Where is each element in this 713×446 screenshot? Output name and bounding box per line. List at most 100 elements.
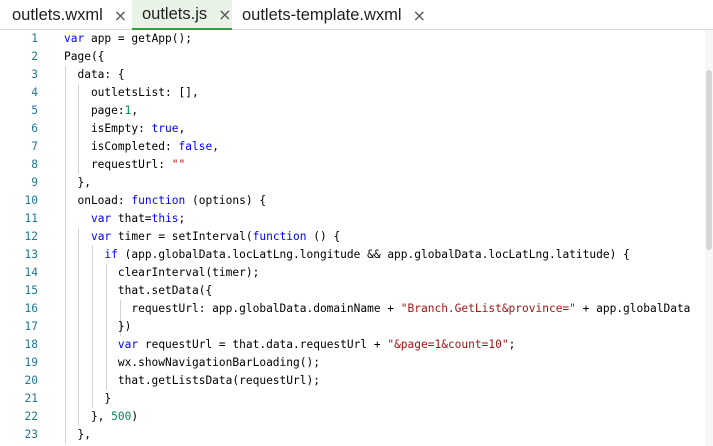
line-number: 5 — [31, 104, 38, 117]
code-token-kw: function — [252, 230, 307, 243]
code-token: app = getApp(); — [84, 32, 192, 45]
code-token-kw: function — [131, 194, 186, 207]
code-token: , — [212, 140, 219, 153]
tab-label: outlets.js — [142, 4, 208, 23]
tab-outlets-js[interactable]: outlets.js × — [132, 0, 232, 30]
code-token: that.setData({ — [64, 284, 213, 297]
line-number: 22 — [24, 410, 38, 423]
code-token: ; — [178, 212, 186, 225]
close-icon[interactable]: × — [413, 6, 426, 25]
line-number: 7 — [31, 140, 38, 153]
code-token: } — [64, 392, 112, 405]
code-token: }) — [64, 320, 132, 333]
code-token-kw: var — [90, 212, 112, 225]
code-line: data: { — [64, 66, 125, 84]
code-line: var requestUrl = that.data.requestUrl + … — [64, 336, 515, 354]
code-token: }, — [64, 176, 91, 189]
code-token: isCompleted: — [64, 140, 179, 153]
code-line: }) — [64, 318, 131, 336]
line-number: 6 — [31, 122, 38, 135]
code-line: }, 500) — [64, 408, 138, 426]
code-token: , — [178, 122, 186, 135]
editor-tab-bar: outlets.wxml × outlets.js × outlets-temp… — [0, 0, 713, 30]
line-number: 17 — [24, 320, 38, 333]
code-line: var that=this; — [64, 210, 185, 228]
tab-outlets-template-wxml[interactable]: outlets-template.wxml × — [232, 0, 432, 30]
code-token: requestUrl: app.globalData.domainName + — [64, 302, 401, 315]
line-number: 11 — [24, 212, 38, 225]
line-number: 8 — [31, 158, 38, 171]
code-line: that.setData({ — [64, 282, 212, 300]
code-token: outletsList: [], — [64, 86, 199, 99]
code-line: onLoad: function (options) { — [64, 192, 266, 210]
code-token: () { — [306, 230, 341, 243]
code-token-kw: var — [64, 32, 85, 45]
code-token: , — [131, 104, 139, 117]
line-number: 15 — [24, 284, 38, 297]
code-line: var timer = setInterval(function () { — [64, 228, 340, 246]
code-line: that.getListsData(requestUrl); — [64, 372, 320, 390]
code-token: timer = setInterval( — [111, 230, 253, 243]
code-token: onLoad: — [64, 194, 132, 207]
close-icon[interactable]: × — [218, 5, 231, 24]
code-token-str: "" — [171, 158, 186, 171]
code-token-kw: true — [151, 122, 179, 135]
code-token: }, — [64, 428, 91, 441]
code-token: }, — [64, 410, 112, 423]
code-line: var app = getApp(); — [64, 30, 192, 48]
code-token-num: 500 — [111, 410, 132, 423]
line-number: 16 — [24, 302, 38, 315]
code-editor[interactable]: 1 2 3 4 5 6 7 8 9 10 11 12 13 14 15 16 17 18 19 20 21 22 23 va… — [0, 30, 713, 446]
code-token: ) — [131, 410, 139, 423]
scrollbar-thumb[interactable] — [706, 70, 712, 250]
code-line: isEmpty: true, — [64, 120, 185, 138]
code-token: clearInterval(timer); — [64, 266, 260, 279]
line-number: 1 — [31, 32, 38, 45]
line-number: 3 — [31, 68, 38, 81]
line-number: 19 — [24, 356, 38, 369]
code-token-kw: var — [117, 338, 139, 351]
code-line: outletsList: [], — [64, 84, 199, 102]
tab-label: outlets.wxml — [12, 5, 103, 24]
line-number-gutter: 1 2 3 4 5 6 7 8 9 10 11 12 13 14 15 16 17 18 19 20 21 22 23 — [0, 30, 48, 446]
code-token: requestUrl = that.data.requestUrl + — [138, 338, 388, 351]
vertical-scrollbar[interactable] — [705, 30, 713, 446]
tab-label: outlets-template.wxml — [242, 5, 402, 24]
code-line: requestUrl: "" — [64, 156, 185, 174]
code-token-str: "Branch.GetList&province=" — [400, 302, 576, 315]
code-token-kw: if — [104, 248, 118, 261]
code-token: that= — [111, 212, 152, 225]
close-icon[interactable]: × — [114, 6, 127, 25]
line-number: 21 — [24, 392, 38, 405]
code-line: clearInterval(timer); — [64, 264, 259, 282]
line-number: 18 — [24, 338, 38, 351]
code-token: page: — [64, 104, 125, 117]
code-token-str: "&page=1&count=10" — [387, 338, 509, 351]
code-token: isEmpty: — [64, 122, 152, 135]
code-line: Page({ — [64, 48, 104, 66]
code-line: }, — [64, 174, 91, 192]
line-number: 2 — [31, 50, 38, 63]
code-line: requestUrl: app.globalData.domainName + … — [64, 300, 690, 318]
code-token: Page({ — [64, 50, 105, 63]
code-area[interactable]: var app = getApp(); Page({ data: { outlet… — [64, 30, 713, 446]
code-token: requestUrl: — [64, 158, 172, 171]
code-line: if (app.globalData.locLatLng.longitude &… — [64, 246, 630, 264]
line-number: 13 — [24, 248, 38, 261]
line-number: 4 — [31, 86, 38, 99]
line-number: 23 — [24, 428, 38, 441]
code-token: data: { — [64, 68, 125, 81]
line-number: 9 — [31, 176, 38, 189]
code-token: that.getListsData(requestUrl); — [64, 374, 320, 387]
code-line: page:1, — [64, 102, 138, 120]
code-line: wx.showNavigationBarLoading(); — [64, 354, 320, 372]
code-line: }, — [64, 426, 91, 444]
line-number: 12 — [24, 230, 38, 243]
code-token-kw: false — [178, 140, 213, 153]
tab-outlets-wxml[interactable]: outlets.wxml × — [0, 0, 132, 30]
code-line: isCompleted: false, — [64, 138, 219, 156]
code-token: (app.globalData.locLatLng.longitude && a… — [117, 248, 630, 261]
